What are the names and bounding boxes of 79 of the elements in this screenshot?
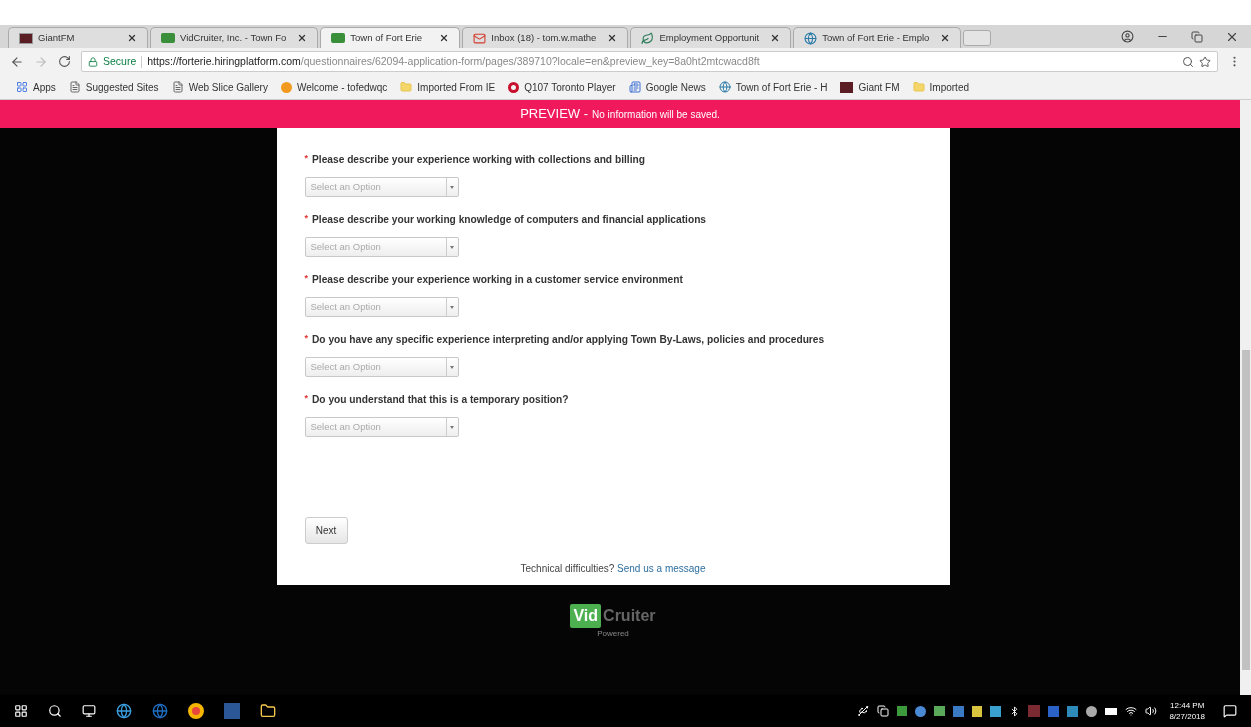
tray-app-icon[interactable]: [990, 705, 1002, 717]
tray-app-icon[interactable]: [972, 705, 983, 717]
lock-icon: [88, 56, 98, 67]
volume-icon[interactable]: [1145, 705, 1158, 717]
bookmark-item[interactable]: Suggested Sites: [68, 79, 159, 95]
logo-icon: [161, 33, 175, 43]
scrollbar[interactable]: [1240, 100, 1251, 695]
browser-tab[interactable]: GiantFM: [8, 27, 148, 48]
logo-icon: [840, 81, 854, 93]
bookmark-item[interactable]: Giant FM: [840, 79, 900, 95]
back-icon[interactable]: [10, 54, 24, 69]
windows-start-icon[interactable]: [14, 704, 28, 718]
globe-icon[interactable]: [116, 703, 132, 719]
network-icon[interactable]: [1125, 705, 1138, 717]
task-view-icon[interactable]: [82, 704, 96, 718]
profile-icon[interactable]: [1121, 30, 1134, 43]
globe-icon: [804, 31, 818, 45]
bookmark-item[interactable]: Web Slice Gallery: [171, 79, 268, 95]
close-icon[interactable]: [297, 33, 308, 43]
bookmark-item[interactable]: Town of Fort Erie - H: [718, 79, 828, 95]
browser-tab[interactable]: Town of Fort Erie - Emplo: [793, 27, 962, 48]
leaf-icon: [641, 31, 655, 45]
reload-icon[interactable]: [58, 55, 71, 68]
battery-icon[interactable]: [1105, 707, 1118, 715]
tray-app-icon[interactable]: [915, 705, 927, 717]
mail-icon: [473, 31, 487, 45]
tray-app-icon[interactable]: [934, 706, 946, 716]
bookmark-item[interactable]: Welcome - tofedwqc: [280, 79, 388, 95]
apps-icon: [16, 81, 28, 93]
bookmark-item[interactable]: Q107 Toronto Player: [508, 79, 616, 95]
notifications-icon[interactable]: [1223, 704, 1237, 718]
powered-caption: Powered: [597, 628, 629, 640]
tray-app-icon[interactable]: [1086, 705, 1098, 717]
folder-icon: [912, 81, 925, 93]
send-message-link[interactable]: Send us a message: [617, 563, 706, 574]
question-label: * Please describe your experience working in a customer service environment: [304, 272, 684, 287]
url-text: https://forterie.hiringplatform.com/questionnaires/62094-application-form/pages/389710?locale=en&preview_key=8a0ht2mtcwacd8ft: [147, 53, 760, 69]
window-icon[interactable]: [877, 705, 890, 717]
vidcruiter-logo: Vid Cruiter: [570, 604, 656, 628]
tray-app-icon[interactable]: [897, 706, 908, 716]
folder-icon[interactable]: [260, 703, 276, 719]
address-bar[interactable]: Secure https://forterie.hiringplatform.com/questionnaires/62094-application-form/pages/389710?locale=en&preview_key=8a0ht2mtcwacd8ft: [81, 51, 1218, 72]
browser-tab[interactable]: Employment Opportunit: [630, 27, 792, 48]
page-icon: [68, 81, 81, 93]
preview-banner: PREVIEW - No information will be saved.: [0, 100, 1240, 128]
newspaper-icon: [628, 81, 641, 93]
globe-icon: [718, 81, 731, 93]
question-label: * Please describe your working knowledge of computers and financial applications: [304, 212, 708, 227]
close-icon[interactable]: [127, 33, 137, 43]
close-icon[interactable]: [439, 33, 450, 43]
close-icon[interactable]: [940, 33, 951, 43]
tray-app-icon[interactable]: [1067, 705, 1079, 717]
q-logo-icon: [508, 81, 520, 93]
next-button[interactable]: Next: [304, 517, 348, 544]
browser-tab[interactable]: Town of Fort Erie: [320, 27, 461, 48]
restore-icon[interactable]: [1191, 30, 1203, 43]
browser-tab[interactable]: Inbox (18) - tom.w.mathe: [462, 27, 629, 48]
bookmark-item[interactable]: Apps: [16, 79, 56, 95]
zoom-icon[interactable]: [1182, 55, 1194, 68]
globe-icon[interactable]: [152, 703, 168, 719]
question-label: * Do you understand that this is a temporary position?: [304, 392, 570, 407]
folder-icon: [400, 81, 413, 93]
question-label: * Do you have any specific experience interpreting and/or applying Town By-Laws, policies and procedures: [304, 332, 826, 347]
bookmark-item[interactable]: Imported: [912, 79, 969, 95]
browser-tab[interactable]: VidCruiter, Inc. - Town Fo: [150, 27, 319, 48]
clock[interactable]: 12:44 PM 8/27/2018: [1169, 700, 1205, 722]
logo-icon: [19, 32, 33, 44]
usb-icon[interactable]: [857, 705, 870, 717]
bookmark-item[interactable]: Google News: [628, 79, 706, 95]
question-label: * Please describe your experience working with collections and billing: [304, 152, 646, 167]
page-icon: [171, 81, 184, 93]
secure-label: Secure: [103, 53, 137, 69]
footer-text: Technical difficulties? Send us a message: [519, 562, 707, 576]
logo-icon: [331, 33, 346, 43]
close-icon[interactable]: [607, 33, 618, 43]
bookmark-item[interactable]: Imported From IE: [400, 79, 496, 95]
star-icon[interactable]: [1199, 55, 1211, 68]
search-icon[interactable]: [48, 704, 62, 718]
close-icon[interactable]: [770, 33, 781, 43]
